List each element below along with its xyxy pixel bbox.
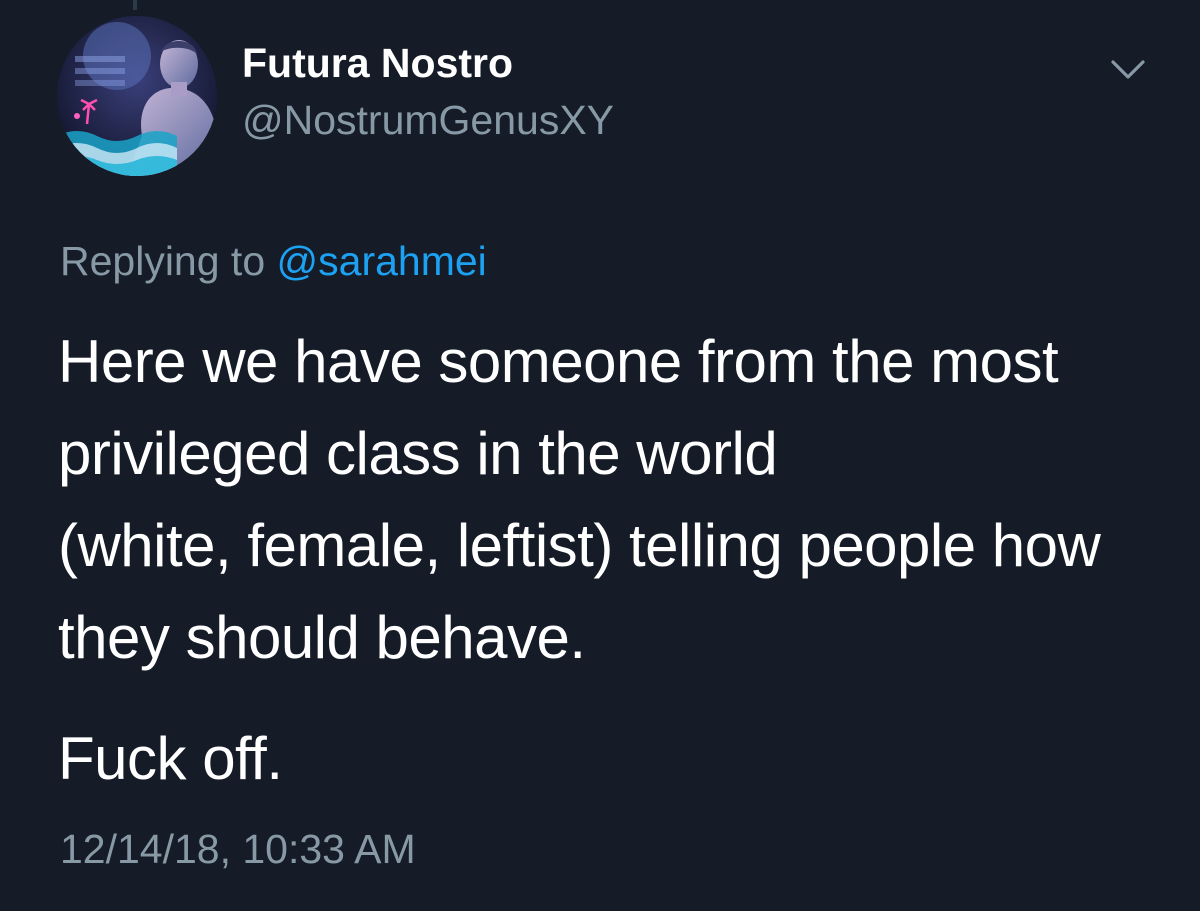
reply-context-prefix: Replying to bbox=[60, 238, 266, 284]
author-handle[interactable]: @NostrumGenusXY bbox=[242, 97, 614, 144]
author-avatar[interactable] bbox=[57, 16, 217, 176]
chevron-down-icon bbox=[1111, 60, 1145, 79]
tweet-menu-button[interactable] bbox=[1107, 52, 1149, 86]
tweet-body-line: privileged class in the world bbox=[58, 420, 778, 487]
tweet-card: Futura Nostro @NostrumGenusXY Replying t… bbox=[0, 0, 1200, 911]
tweet-body-final-line: Fuck off. bbox=[58, 725, 283, 792]
tweet-timestamp[interactable]: 12/14/18, 10:33 AM bbox=[60, 826, 416, 873]
tweet-body-line: Here we have someone from the most bbox=[58, 328, 1059, 395]
reply-context: Replying to @sarahmei bbox=[60, 238, 487, 285]
thread-connector-line bbox=[133, 0, 137, 10]
tweet-body-line: (white, female, leftist) telling people … bbox=[58, 512, 1101, 579]
tweet-body-line: they should behave. bbox=[58, 604, 586, 671]
author-display-name[interactable]: Futura Nostro bbox=[242, 40, 513, 87]
tweet-body: Here we have someone from the most privi… bbox=[58, 316, 1168, 805]
reply-mention-link[interactable]: @sarahmei bbox=[277, 238, 487, 284]
avatar-image bbox=[57, 16, 217, 176]
